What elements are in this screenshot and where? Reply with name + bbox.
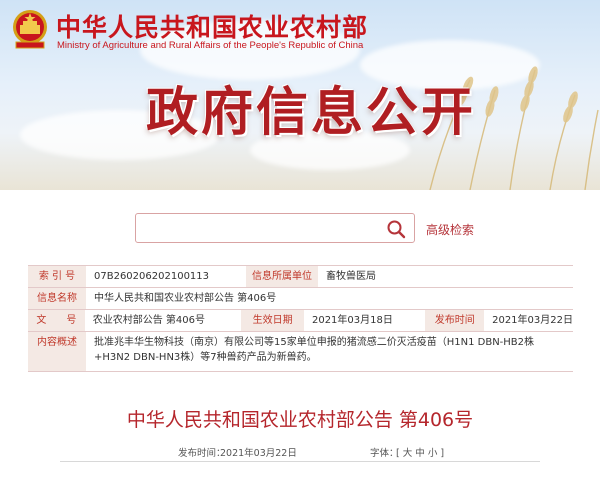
font-size-label: 字体： — [370, 448, 399, 459]
search-icon[interactable] — [386, 219, 406, 239]
font-bracket-open: [ — [396, 448, 400, 459]
article-date-value: 2021年03月22日 — [220, 448, 297, 459]
advanced-search-link[interactable]: 高级检索 — [426, 221, 474, 238]
index-value: 07B260206202100113 — [94, 271, 210, 282]
publish-date-label: 发布时间 — [425, 310, 485, 331]
ministry-name-en[interactable]: Ministry of Agriculture and Rural Affair… — [57, 40, 363, 51]
article-date-label: 发布时间： — [178, 448, 226, 459]
national-emblem-icon — [13, 10, 47, 49]
publish-date-value: 2021年03月22日 — [492, 315, 573, 326]
name-value: 中华人民共和国农业农村部公告 第406号 — [94, 293, 277, 304]
table-row: 索 引 号 07B260206202100113 信息所属单位 畜牧兽医局 — [28, 266, 573, 288]
font-small-button[interactable]: 小 — [428, 448, 438, 459]
info-metadata-table: 索 引 号 07B260206202100113 信息所属单位 畜牧兽医局 信息… — [28, 265, 573, 372]
index-label: 索 引 号 — [28, 266, 86, 287]
effective-date-value: 2021年03月18日 — [311, 315, 393, 326]
table-row: 信息名称 中华人民共和国农业农村部公告 第406号 — [28, 288, 573, 310]
summary-label: 内容概述 — [28, 332, 86, 371]
header-banner: 中华人民共和国农业农村部 Ministry of Agriculture and… — [0, 0, 600, 190]
summary-value: 批准兆丰华生物科技（南京）有限公司等15家单位申报的猪流感二价灭活疫苗（H1N1… — [94, 337, 535, 363]
org-value: 畜牧兽医局 — [326, 271, 376, 282]
font-large-button[interactable]: 大 — [403, 448, 413, 459]
doc-number-value: 农业农村部公告 第406号 — [92, 315, 205, 326]
font-bracket-close: ] — [440, 448, 445, 459]
doc-number-label: 文 号 — [28, 310, 85, 331]
name-label: 信息名称 — [28, 288, 86, 309]
font-medium-button[interactable]: 中 — [415, 448, 425, 459]
org-label: 信息所属单位 — [246, 266, 318, 287]
table-row: 文 号 农业农村部公告 第406号 生效日期 2021年03月18日 发布时间 … — [28, 310, 573, 332]
article-title: 中华人民共和国农业农村部公告 第406号 — [126, 409, 474, 431]
table-row: 内容概述 批准兆丰华生物科技（南京）有限公司等15家单位申报的猪流感二价灭活疫苗… — [28, 332, 573, 372]
effective-date-label: 生效日期 — [241, 310, 304, 331]
search-box — [135, 213, 415, 243]
search-input[interactable] — [142, 218, 382, 238]
font-size-controls: [ 大 中 小 ] — [396, 445, 444, 459]
article-meta-bar: 发布时间： 2021年03月22日 字体： [ 大 中 小 ] — [60, 442, 540, 462]
section-title: 政府信息公开 — [146, 82, 477, 143]
ministry-name-cn[interactable]: 中华人民共和国农业农村部 — [56, 8, 368, 44]
